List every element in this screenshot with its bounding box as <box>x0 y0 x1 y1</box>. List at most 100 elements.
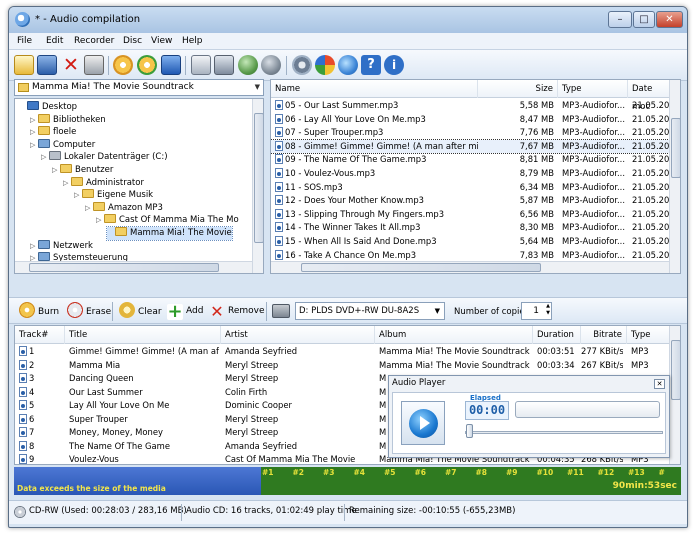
menu-help[interactable]: Help <box>182 36 203 46</box>
scroll-thumb[interactable] <box>254 113 263 243</box>
title-bar[interactable]: * - Audio compilation – □ ✕ <box>9 7 687 33</box>
file-row[interactable]: 15 - When All Is Said And Done.mp3 5,64 M… <box>271 235 669 249</box>
tree-node[interactable]: Desktop <box>19 101 77 114</box>
expand-arrow-icon[interactable]: ▷ <box>41 151 49 164</box>
expand-arrow-icon[interactable]: ▷ <box>63 177 71 190</box>
delete-icon[interactable]: ✕ <box>61 55 81 75</box>
expand-arrow-icon[interactable]: ▷ <box>52 164 60 177</box>
minimize-button[interactable]: – <box>608 11 632 28</box>
refresh-icon[interactable] <box>214 55 234 75</box>
play-button[interactable] <box>401 401 445 445</box>
erase-disc-icon <box>67 302 83 318</box>
back-icon[interactable] <box>261 55 281 75</box>
globe-icon[interactable] <box>315 55 335 75</box>
erase-button[interactable]: Erase <box>67 302 111 320</box>
info-icon[interactable]: i <box>384 55 404 75</box>
file-row[interactable]: 12 - Does Your Mother Know.mp3 5,87 MB MP3… <box>271 194 669 208</box>
file-row[interactable]: 09 - The Name Of The Game.mp3 8,81 MB MP3-… <box>271 153 669 167</box>
folder-combobox[interactable]: Mamma Mia! The Movie Soundtrack ▼ <box>14 79 264 96</box>
track-row[interactable]: 1 Gimme! Gimme! Gimme! (A man after... Ama… <box>15 345 669 359</box>
col-size[interactable]: Size <box>478 80 558 98</box>
track-list-vscroll[interactable] <box>669 326 680 464</box>
file-row[interactable]: 05 - Our Last Summer.mp3 5,58 MB MP3-Audio… <box>271 99 669 113</box>
chevron-down-icon[interactable]: ▼ <box>435 303 440 319</box>
expand-arrow-icon[interactable]: ▷ <box>30 240 38 253</box>
scroll-thumb[interactable] <box>671 340 680 400</box>
col-album[interactable]: Album <box>375 326 533 344</box>
col-title[interactable]: Title <box>65 326 221 344</box>
file-row[interactable]: 10 - Voulez-Vous.mp3 8,79 MB MP3-Audiofor.… <box>271 167 669 181</box>
tree-node[interactable]: Mamma Mia! The Movie <box>106 226 233 241</box>
col-track[interactable]: Track# <box>15 326 65 344</box>
file-row[interactable]: 06 - Lay All Your Love On Me.mp3 8,47 MB M… <box>271 113 669 127</box>
tree-hscroll[interactable] <box>15 261 252 273</box>
play-icon <box>409 409 438 438</box>
settings-gear-icon[interactable] <box>292 55 312 75</box>
file-row[interactable]: 13 - Slipping Through My Fingers.mp3 6,56… <box>271 208 669 222</box>
col-bitrate[interactable]: Bitrate <box>581 326 627 344</box>
file-row[interactable]: 11 - SOS.mp3 6,34 MB MP3-Audiofor... 21.05.… <box>271 181 669 195</box>
file-row[interactable]: 14 - The Winner Takes It All.mp3 8,30 MB M… <box>271 221 669 235</box>
col-duration[interactable]: Duration <box>533 326 581 344</box>
menu-view[interactable]: View <box>151 36 172 46</box>
spin-arrows-icon[interactable]: ▲ ▼ <box>546 303 550 317</box>
file-list-vscroll[interactable] <box>669 80 680 273</box>
col-type[interactable]: Type <box>558 80 628 98</box>
tree-node[interactable]: ▷ Amazon MP3 <box>85 201 163 215</box>
tree-vscroll[interactable] <box>252 99 263 273</box>
tree-node[interactable]: ▷ Benutzer <box>52 164 113 177</box>
expand-arrow-icon[interactable]: ▷ <box>96 214 104 227</box>
tree-node[interactable]: ▷ Computer <box>30 138 95 152</box>
scroll-thumb[interactable] <box>301 263 541 272</box>
copy-icon[interactable] <box>191 55 211 75</box>
tree-node[interactable]: ▷ Bibliotheken <box>30 113 106 127</box>
menu-edit[interactable]: Edit <box>46 36 63 46</box>
col-artist[interactable]: Artist <box>221 326 375 344</box>
chevron-down-icon[interactable]: ▼ <box>255 80 260 95</box>
remove-button[interactable]: ✕ Remove <box>209 302 264 320</box>
file-row[interactable]: 07 - Super Trouper.mp3 7,76 MB MP3-Audiofo… <box>271 126 669 140</box>
forward-icon[interactable] <box>238 55 258 75</box>
tree-node[interactable]: ▷ Administrator <box>63 176 144 190</box>
add-button[interactable]: + Add <box>167 302 203 321</box>
print-icon[interactable] <box>84 55 104 75</box>
track-row[interactable]: 2 Mamma Mia Meryl Streep Mamma Mia! The Mov… <box>15 359 669 373</box>
copies-stepper[interactable]: 1 ▲ ▼ <box>521 302 552 320</box>
expand-arrow-icon[interactable]: ▷ <box>30 139 38 152</box>
col-date[interactable]: Date moc <box>628 80 670 112</box>
clear-button[interactable]: Clear <box>119 302 162 320</box>
expand-arrow-icon[interactable]: ▷ <box>74 189 82 202</box>
floppy-icon[interactable] <box>161 55 181 75</box>
file-list-hscroll[interactable] <box>271 261 669 273</box>
col-name[interactable]: Name <box>271 80 478 98</box>
expand-arrow-icon[interactable]: ▷ <box>30 114 38 127</box>
tree-node[interactable]: ▷ Lokaler Datenträger (C:) <box>41 151 168 164</box>
seek-slider-thumb[interactable] <box>466 424 473 438</box>
add-disc-icon[interactable] <box>113 55 133 75</box>
save-icon[interactable] <box>37 55 57 75</box>
menu-recorder[interactable]: Recorder <box>74 36 114 46</box>
audio-file-icon <box>275 140 283 151</box>
search-globe-icon[interactable] <box>338 55 358 75</box>
tree-node[interactable]: ▷ Netzwerk <box>30 239 93 253</box>
expand-arrow-icon[interactable]: ▷ <box>30 126 38 139</box>
expand-arrow-icon[interactable]: ▷ <box>85 202 93 215</box>
player-close-button[interactable]: ✕ <box>654 379 665 389</box>
scroll-thumb[interactable] <box>671 118 680 178</box>
close-button[interactable]: ✕ <box>656 11 683 28</box>
maximize-button[interactable]: □ <box>633 11 655 28</box>
file-row[interactable]: 08 - Gimme! Gimme! Gimme! (A man after m… <box>271 138 670 155</box>
add-disc-2-icon[interactable] <box>137 55 157 75</box>
help-icon[interactable]: ? <box>361 55 381 75</box>
tree-node[interactable]: ▷ Cast Of Mamma Mia The Mo <box>96 214 239 227</box>
menu-file[interactable]: File <box>17 36 32 46</box>
menu-disc[interactable]: Disc <box>123 36 142 46</box>
new-icon[interactable] <box>14 55 34 75</box>
burn-button[interactable]: Burn <box>19 302 59 320</box>
drive-select[interactable]: D: PLDS DVD+-RW DU-8A2S ▼ <box>295 302 445 320</box>
seek-slider-track[interactable] <box>465 431 663 434</box>
scroll-thumb[interactable] <box>29 263 219 272</box>
tree-node[interactable]: ▷ Eigene Musik <box>74 189 153 202</box>
tree-node[interactable]: ▷ floele <box>30 126 76 139</box>
col-type[interactable]: Type <box>627 326 670 344</box>
